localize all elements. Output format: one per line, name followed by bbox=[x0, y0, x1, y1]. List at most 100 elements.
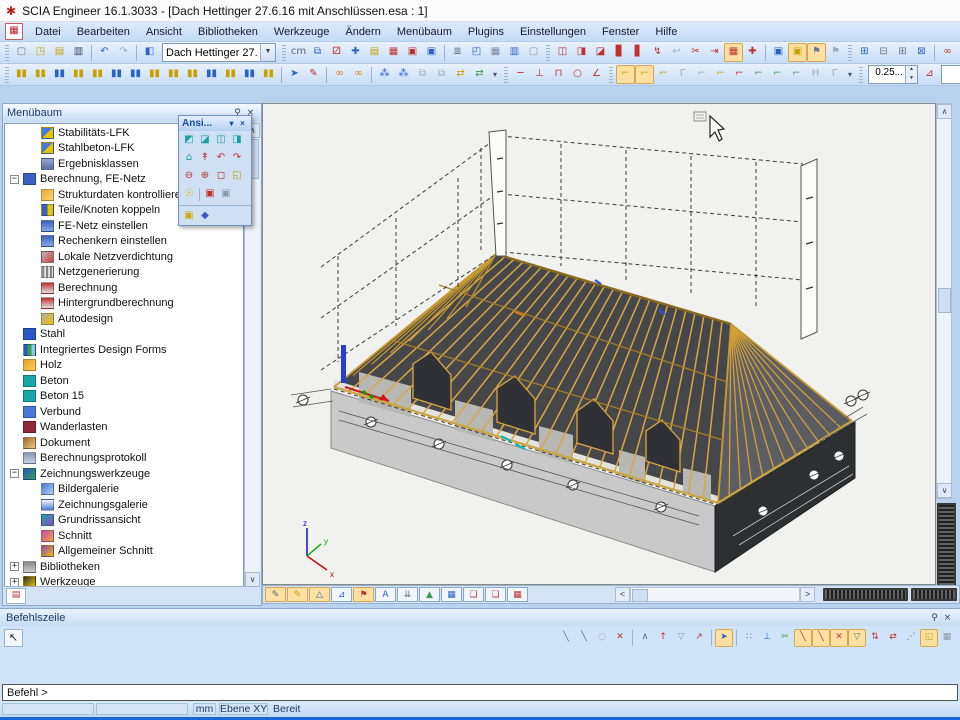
tree-item[interactable]: Bildergalerie bbox=[5, 482, 243, 498]
show-supports-icon[interactable]: ▮▮ bbox=[69, 65, 88, 84]
connection-2-icon[interactable]: ⌐ bbox=[635, 65, 654, 84]
member-nonlinear-icon[interactable]: ↯ bbox=[648, 43, 667, 62]
show-member-labels-icon[interactable]: ▮▮ bbox=[126, 65, 145, 84]
tree-item[interactable]: Berechnung bbox=[5, 280, 243, 296]
member-release-icon[interactable]: ↩ bbox=[667, 43, 686, 62]
ansicht-toolbar-header[interactable]: Ansi... ▾ × bbox=[179, 116, 251, 131]
connection-10-icon[interactable]: ⌐ bbox=[787, 65, 806, 84]
tree-item[interactable]: Stahl bbox=[5, 327, 243, 343]
snap-settings-icon[interactable]: ◱ bbox=[920, 629, 938, 647]
show-surfaces-icon[interactable]: ▮▮ bbox=[50, 65, 69, 84]
toolbar-grip[interactable] bbox=[5, 67, 9, 83]
snap-tangent-icon[interactable]: ▽ bbox=[848, 629, 866, 647]
toolbar-grip[interactable] bbox=[859, 67, 863, 83]
solid-display-icon[interactable]: ▦ bbox=[441, 587, 462, 602]
show-local-axes-icon[interactable]: ▮▮ bbox=[145, 65, 164, 84]
toolbar-overflow-chevron-down-icon[interactable]: ▾ bbox=[489, 67, 501, 83]
menubaum-tab-icon[interactable]: ▤ bbox=[6, 588, 26, 604]
show-entities-icon[interactable]: ▮▮ bbox=[259, 65, 278, 84]
menu-ansicht[interactable]: Ansicht bbox=[138, 24, 190, 40]
hscroll-left-icon[interactable]: < bbox=[615, 587, 630, 602]
tree-item[interactable]: Berechnungsprotokoll bbox=[5, 451, 243, 467]
calculation-results-icon[interactable]: ▣ bbox=[422, 43, 441, 62]
calculator-icon[interactable]: ▦ bbox=[486, 43, 505, 62]
show-mesh-icon[interactable]: ▮▮ bbox=[202, 65, 221, 84]
toolbar-grip[interactable] bbox=[546, 45, 550, 61]
tree-item[interactable]: Rechenkern einstellen bbox=[5, 234, 243, 250]
connection-8-icon[interactable]: ⌐ bbox=[749, 65, 768, 84]
scroll-up-icon[interactable]: ∧ bbox=[937, 104, 952, 119]
save-all-icon[interactable]: ▤ bbox=[50, 43, 69, 62]
view-window-2-icon[interactable]: ❏ bbox=[485, 587, 506, 602]
paste-attributes-icon[interactable]: ⧉ bbox=[432, 65, 451, 84]
snap-arc-points-icon[interactable]: ⋰ bbox=[902, 629, 920, 647]
toolbar-grip[interactable] bbox=[609, 67, 613, 83]
walk-mode-icon[interactable]: ↟ bbox=[197, 150, 213, 166]
snap-delete-icon[interactable]: ✕ bbox=[611, 629, 629, 647]
move-pair-icon[interactable]: ⇄ bbox=[451, 65, 470, 84]
snap-edge-mid-icon[interactable]: ▽ bbox=[672, 629, 690, 647]
status-plane[interactable]: Ebene XY bbox=[219, 703, 268, 715]
tree-item[interactable]: Grundrissansicht bbox=[5, 513, 243, 529]
menu-werkzeuge[interactable]: Werkzeuge bbox=[266, 24, 337, 40]
undo-icon[interactable]: ↶ bbox=[95, 43, 114, 62]
menu-bibliotheken[interactable]: Bibliotheken bbox=[190, 24, 266, 40]
new-project-icon[interactable]: ▢ bbox=[12, 43, 31, 62]
calculation-frame-icon[interactable]: ▣ bbox=[403, 43, 422, 62]
perspective-view-icon[interactable]: ⊿ bbox=[331, 587, 352, 602]
show-nodes-icon[interactable]: ▮▮ bbox=[12, 65, 31, 84]
zoom-selection-icon[interactable]: ◻ bbox=[213, 168, 229, 184]
tree-item[interactable]: Wanderlasten bbox=[5, 420, 243, 436]
tree-item[interactable]: −Zeichnungswerkzeuge bbox=[5, 466, 243, 482]
scroll-down-icon[interactable]: ∨ bbox=[937, 483, 952, 498]
window-split-icon[interactable]: ⊞ bbox=[893, 43, 912, 62]
window-new-icon[interactable]: ⊞ bbox=[855, 43, 874, 62]
tree-item[interactable]: Lokale Netzverdichtung bbox=[5, 249, 243, 265]
view-window-1-icon[interactable]: ❏ bbox=[463, 587, 484, 602]
window-cascade-icon[interactable]: ⊟ bbox=[874, 43, 893, 62]
connection-1-icon[interactable]: ⌐ bbox=[616, 65, 635, 84]
results-flag-icon[interactable]: ⚑ bbox=[353, 587, 374, 602]
couple-nodes-icon[interactable]: ⁂ bbox=[375, 65, 394, 84]
app-menu-icon[interactable]: ▦ bbox=[5, 23, 23, 40]
member-extend-icon[interactable]: ⇥ bbox=[705, 43, 724, 62]
spinner-up-icon[interactable]: ▲ bbox=[906, 66, 917, 75]
snap-ortho-2-icon[interactable]: ⇄ bbox=[884, 629, 902, 647]
show-grid-icon[interactable]: ▮▮ bbox=[221, 65, 240, 84]
view-grid-icon[interactable]: ▦ bbox=[507, 587, 528, 602]
tree-item[interactable]: Netzgenerierung bbox=[5, 265, 243, 281]
viewport-vscrollbar[interactable]: ∧ ∨ bbox=[936, 103, 952, 499]
pin-icon[interactable]: ⚲ bbox=[928, 613, 941, 623]
chevron-down-icon[interactable]: ▼ bbox=[260, 44, 275, 61]
clip-box-icon[interactable]: ▣ bbox=[181, 208, 197, 224]
structure-data-icon[interactable]: ▤ bbox=[365, 43, 384, 62]
snap-line-free-icon[interactable]: ╲ bbox=[557, 629, 575, 647]
photo-render-icon[interactable]: ▣ bbox=[788, 43, 807, 62]
snap-circle-icon[interactable]: ◌ bbox=[593, 629, 611, 647]
draw-line-icon[interactable]: ─ bbox=[511, 65, 530, 84]
connection-12-icon[interactable]: Γ bbox=[825, 65, 844, 84]
viewport-scroll-thumb[interactable] bbox=[938, 288, 951, 313]
rotate-right-icon[interactable]: ↷ bbox=[229, 150, 245, 166]
image-export-icon[interactable]: ▣ bbox=[202, 186, 218, 202]
tree-item[interactable]: +Bibliotheken bbox=[5, 559, 243, 575]
cursor-select-icon[interactable]: ➤ bbox=[715, 629, 733, 647]
select-modify-icon[interactable]: ✎ bbox=[304, 65, 323, 84]
snap-crossing-icon[interactable]: ✕ bbox=[830, 629, 848, 647]
wireframe-toggle-icon[interactable]: ⚑ bbox=[807, 43, 826, 62]
menu-plugins[interactable]: Plugins bbox=[460, 24, 512, 40]
menu-datei[interactable]: Datei bbox=[27, 24, 69, 40]
snap-grid-points-icon[interactable]: ∷ bbox=[740, 629, 758, 647]
menu-fenster[interactable]: Fenster bbox=[594, 24, 647, 40]
units-icon[interactable]: cm bbox=[289, 43, 308, 62]
member-cut-icon[interactable]: ✂ bbox=[686, 43, 705, 62]
snap-ortho-1-icon[interactable]: ⇅ bbox=[866, 629, 884, 647]
member-haunch-icon[interactable]: ◪ bbox=[591, 43, 610, 62]
menu-ändern[interactable]: Ändern bbox=[337, 24, 388, 40]
image-print-icon[interactable]: ▣ bbox=[218, 186, 234, 202]
tree-item[interactable]: Autodesign bbox=[5, 311, 243, 327]
save-icon[interactable]: ▥ bbox=[69, 43, 88, 62]
image-to-gallery-icon[interactable]: ▣ bbox=[769, 43, 788, 62]
draw-angle-icon[interactable]: ∠ bbox=[587, 65, 606, 84]
member-buckling-icon[interactable]: ◫ bbox=[553, 43, 572, 62]
